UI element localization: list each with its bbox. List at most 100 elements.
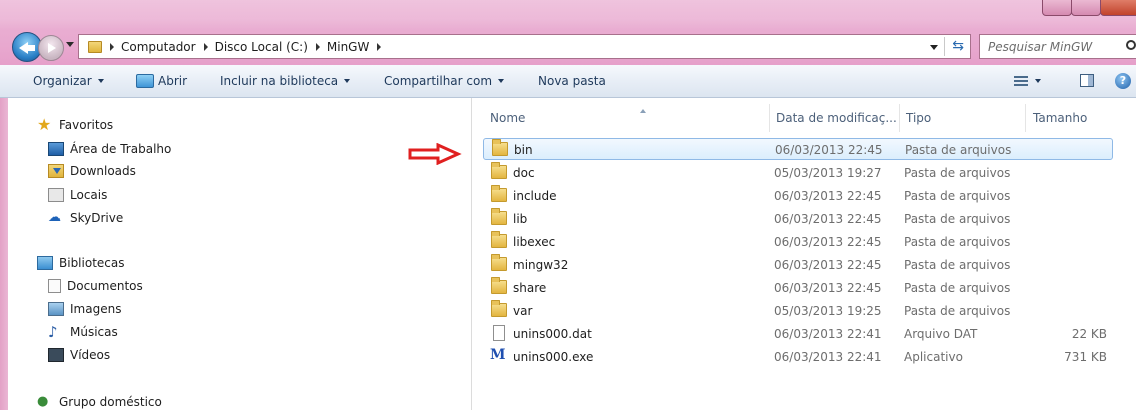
nav-libraries[interactable]: Bibliotecas (37, 256, 124, 270)
recent-places-icon (48, 188, 64, 202)
nav-places[interactable]: Locais (48, 188, 107, 202)
maximize-button[interactable] (1071, 0, 1101, 16)
file-date: 06/03/2013 22:45 (774, 235, 882, 249)
preview-pane-icon[interactable] (1080, 74, 1094, 87)
file-row[interactable]: unins000.dat 06/03/2013 22:41 Arquivo DAT 2… (483, 323, 1113, 345)
breadcrumb-mingw[interactable]: MinGW (327, 40, 369, 54)
file-row[interactable]: mingw32 06/03/2013 22:45 Pasta de arquivos (483, 254, 1113, 276)
address-divider (944, 37, 945, 56)
nav-images[interactable]: Imagens (48, 302, 121, 316)
nav-music[interactable]: ♪ Músicas (48, 323, 118, 341)
file-size: 22 KB (1071, 327, 1107, 341)
file-row[interactable]: Munins000.exe 06/03/2013 22:41 Aplicativo 7… (483, 346, 1113, 368)
close-button[interactable] (1100, 0, 1136, 16)
nav-libraries-label: Bibliotecas (59, 256, 125, 270)
open-label: Abrir (158, 74, 188, 88)
nav-homegroup[interactable]: ● Grupo doméstico (37, 395, 162, 410)
chevron-right-icon[interactable] (203, 42, 208, 51)
sort-ascending-icon (640, 109, 646, 113)
column-size[interactable]: Tamanho (1033, 111, 1087, 125)
skydrive-cloud-icon: ☁ (48, 210, 61, 225)
pane-splitter[interactable] (471, 98, 472, 410)
nav-favorites[interactable]: ★ Favoritos (37, 117, 113, 133)
share-menu[interactable]: Compartilhar com (384, 74, 505, 88)
file-name: mingw32 (513, 258, 569, 272)
folder-icon (491, 185, 507, 202)
back-arrow-icon (26, 45, 35, 51)
nav-desktop[interactable]: Área de Trabalho (48, 142, 171, 156)
nav-images-label: Imagens (70, 302, 122, 316)
folder-icon (491, 208, 507, 225)
nav-documents[interactable]: Documentos (48, 279, 143, 293)
column-divider[interactable] (769, 104, 770, 132)
file-name: lib (513, 212, 528, 226)
nav-skydrive[interactable]: ☁ SkyDrive (48, 210, 123, 226)
file-date: 06/03/2013 22:45 (775, 143, 883, 157)
search-icon[interactable] (1126, 40, 1136, 50)
nav-desktop-label: Área de Trabalho (70, 142, 172, 156)
file-size: 731 KB (1064, 350, 1107, 364)
folder-icon (88, 40, 102, 53)
file-date: 06/03/2013 22:41 (774, 350, 882, 364)
file-row[interactable]: bin 06/03/2013 22:45 Pasta de arquivos (483, 138, 1113, 160)
app-icon: M (490, 347, 506, 363)
file-row[interactable]: lib 06/03/2013 22:45 Pasta de arquivos (483, 208, 1113, 230)
column-divider[interactable] (1025, 104, 1026, 132)
folder-icon (491, 300, 507, 317)
column-header-row: Nome Data de modificaç... Tipo Tamanho (473, 98, 1136, 134)
file-date: 06/03/2013 22:45 (774, 212, 882, 226)
forward-button[interactable] (38, 35, 64, 61)
file-type: Arquivo DAT (904, 327, 978, 341)
chevron-right-icon[interactable] (110, 42, 114, 51)
new-folder-button[interactable]: Nova pasta (538, 74, 606, 88)
refresh-icon[interactable]: ⇆ (952, 38, 964, 54)
file-name: var (513, 304, 533, 318)
include-library-menu[interactable]: Incluir na biblioteca (220, 74, 351, 88)
downloads-icon (48, 164, 64, 178)
file-name: bin (514, 143, 533, 157)
recent-pages-dropdown-icon[interactable] (66, 42, 74, 47)
open-button[interactable]: Abrir (136, 74, 187, 88)
chevron-right-icon[interactable] (377, 42, 382, 51)
column-divider[interactable] (899, 104, 900, 132)
chevron-down-icon[interactable] (1035, 79, 1041, 83)
column-date[interactable]: Data de modificaç... (776, 111, 897, 125)
nav-videos[interactable]: Vídeos (48, 348, 110, 362)
file-icon (493, 325, 505, 341)
file-row[interactable]: var 05/03/2013 19:25 Pasta de arquivos (483, 300, 1113, 322)
file-type: Aplicativo (904, 350, 963, 364)
file-type: Pasta de arquivos (905, 143, 1012, 157)
file-type: Pasta de arquivos (904, 212, 1011, 226)
column-name[interactable]: Nome (490, 109, 646, 125)
address-history-dropdown-icon[interactable] (930, 45, 938, 50)
music-note-icon: ♪ (48, 323, 58, 341)
file-type: Pasta de arquivos (904, 166, 1011, 180)
file-name: libexec (513, 235, 556, 249)
help-icon[interactable]: ? (1115, 73, 1131, 89)
breadcrumb-computer[interactable]: Computador (121, 40, 196, 54)
video-icon (48, 348, 64, 362)
file-row[interactable]: include 06/03/2013 22:45 Pasta de arquivos (483, 185, 1113, 207)
file-row[interactable]: libexec 06/03/2013 22:45 Pasta de arquivos (483, 231, 1113, 253)
file-row[interactable]: share 06/03/2013 22:45 Pasta de arquivos (483, 277, 1113, 299)
chevron-right-icon[interactable] (315, 42, 320, 51)
nav-downloads[interactable]: Downloads (48, 164, 136, 178)
breadcrumb-local-disk[interactable]: Disco Local (C:) (215, 40, 308, 54)
change-view-icon[interactable] (1014, 76, 1028, 86)
pictures-icon (48, 302, 64, 316)
minimize-button[interactable] (1042, 0, 1072, 16)
column-type[interactable]: Tipo (906, 111, 931, 125)
file-date: 06/03/2013 22:41 (774, 327, 882, 341)
share-label: Compartilhar com (384, 74, 493, 88)
search-input[interactable]: Pesquisar MinGW (979, 34, 1136, 59)
file-name: unins000.dat (513, 327, 592, 341)
address-bar[interactable]: Computador Disco Local (C:) MinGW ⇆ (78, 34, 971, 59)
chevron-down-icon (498, 79, 505, 83)
organize-menu[interactable]: Organizar (33, 74, 104, 88)
nav-downloads-label: Downloads (70, 164, 136, 178)
file-type: Pasta de arquivos (904, 189, 1011, 203)
search-placeholder: Pesquisar MinGW (988, 40, 1093, 54)
command-toolbar: Organizar Abrir Incluir na biblioteca Co… (0, 65, 1136, 98)
file-row[interactable]: doc 05/03/2013 19:27 Pasta de arquivos (483, 162, 1113, 184)
organize-label: Organizar (33, 74, 92, 88)
